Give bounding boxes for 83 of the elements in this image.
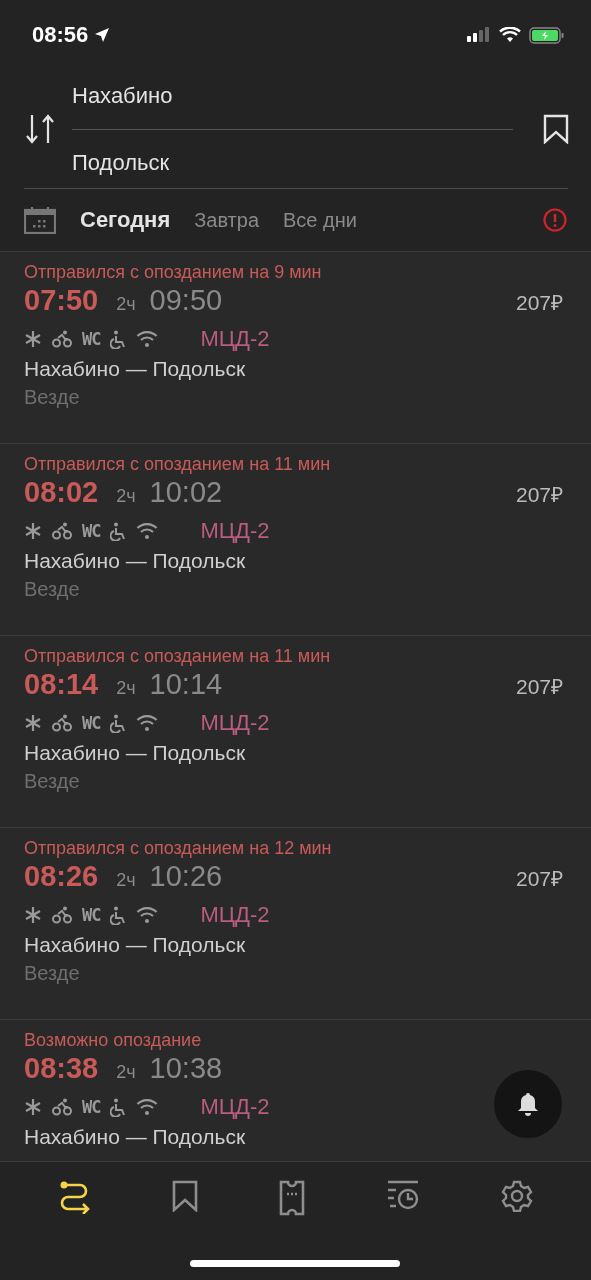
- date-tab[interactable]: Сегодня: [80, 207, 171, 233]
- delay-status: Отправился с опозданием на 12 мин: [24, 837, 333, 860]
- stops-info: Везде: [24, 961, 81, 986]
- stops-info: Везде: [24, 385, 81, 410]
- toilet-label: WC: [82, 1097, 101, 1117]
- date-tab[interactable]: Завтра: [194, 208, 260, 232]
- snowflake-icon: [24, 906, 42, 924]
- toilet-label: WC: [82, 329, 101, 349]
- train-route: Нахабино — Подольск: [24, 740, 247, 766]
- wheelchair-icon: [110, 521, 127, 541]
- swap-icon[interactable]: [24, 113, 56, 145]
- snowflake-icon: [24, 522, 42, 540]
- arrival-time: 10:26: [149, 860, 223, 893]
- delay-status: Отправился с опозданием на 11 мин: [24, 645, 332, 668]
- train-route: Нахабино — Подольск: [24, 1124, 247, 1150]
- toilet-label: WC: [82, 521, 101, 541]
- alert-icon[interactable]: [543, 208, 567, 232]
- price: 207₽: [515, 482, 563, 508]
- departure-time: 08:14: [24, 668, 99, 701]
- price: 207₽: [515, 674, 563, 700]
- wheelchair-icon: [110, 329, 127, 349]
- snowflake-icon: [24, 330, 42, 348]
- arrival-time: 10:38: [149, 1052, 223, 1085]
- arrival-time: 10:02: [149, 476, 223, 509]
- duration: 2ч: [116, 1062, 136, 1083]
- toilet-label: WC: [82, 713, 101, 733]
- train-line: МЦД-2: [200, 902, 270, 928]
- snowflake-icon: [24, 1098, 42, 1116]
- train-line: МЦД-2: [200, 710, 270, 736]
- departure-time: 08:26: [24, 860, 99, 893]
- train-route: Нахабино — Подольск: [24, 356, 247, 382]
- train-line: МЦД-2: [200, 326, 270, 352]
- calendar-icon[interactable]: [24, 206, 56, 234]
- price: 207₽: [515, 866, 563, 892]
- train-line: МЦД-2: [200, 518, 270, 544]
- battery-icon: [529, 26, 565, 44]
- wifi-icon: [136, 331, 159, 347]
- wifi-icon: [136, 1099, 159, 1115]
- departure-time: 08:38: [24, 1052, 99, 1085]
- clock: 08:56: [32, 22, 89, 48]
- departure-time: 07:50: [24, 284, 99, 317]
- departure-station[interactable]: Нахабино: [72, 74, 513, 117]
- arrival-time: 10:14: [149, 668, 223, 701]
- train-line: МЦД-2: [200, 1094, 270, 1120]
- train-route: Нахабино — Подольск: [24, 932, 247, 958]
- duration: 2ч: [116, 678, 136, 699]
- arrival-station[interactable]: Подольск: [72, 141, 513, 184]
- toilet-label: WC: [82, 905, 101, 925]
- bookmark-icon[interactable]: [543, 114, 569, 144]
- bicycle-icon: [52, 906, 72, 924]
- wifi-icon: [136, 523, 159, 539]
- bookmark-icon: [171, 1180, 198, 1212]
- duration: 2ч: [116, 294, 136, 315]
- delay-status: Отправился с опозданием на 11 мин: [24, 453, 332, 476]
- settings-icon: [500, 1180, 533, 1212]
- stops-info: Везде: [24, 769, 81, 794]
- snowflake-icon: [24, 714, 42, 732]
- ticket-icon: [278, 1180, 305, 1216]
- location-arrow-icon: [94, 27, 111, 43]
- signal-icon: [467, 27, 491, 43]
- arrival-time: 09:50: [149, 284, 223, 317]
- bicycle-icon: [52, 1098, 72, 1116]
- delay-status: Отправился с опозданием на 9 мин: [24, 261, 323, 284]
- departure-time: 08:02: [24, 476, 99, 509]
- price: 207₽: [515, 290, 563, 316]
- wifi-icon: [499, 27, 521, 43]
- delay-status: Возможно опоздание: [24, 1029, 203, 1052]
- train-route: Нахабино — Подольск: [24, 548, 247, 574]
- bicycle-icon: [52, 714, 72, 732]
- duration: 2ч: [116, 486, 136, 507]
- wheelchair-icon: [110, 713, 127, 733]
- stops-info: Везде: [24, 577, 81, 602]
- route-icon: [58, 1180, 91, 1214]
- bicycle-icon: [52, 522, 72, 540]
- history-icon: [385, 1180, 420, 1212]
- wifi-icon: [136, 907, 159, 923]
- bicycle-icon: [52, 330, 72, 348]
- bell-icon: [517, 1092, 539, 1116]
- wifi-icon: [136, 715, 159, 731]
- wheelchair-icon: [110, 1097, 127, 1117]
- duration: 2ч: [116, 870, 136, 891]
- date-tab[interactable]: Все дни: [283, 208, 357, 232]
- wheelchair-icon: [110, 905, 127, 925]
